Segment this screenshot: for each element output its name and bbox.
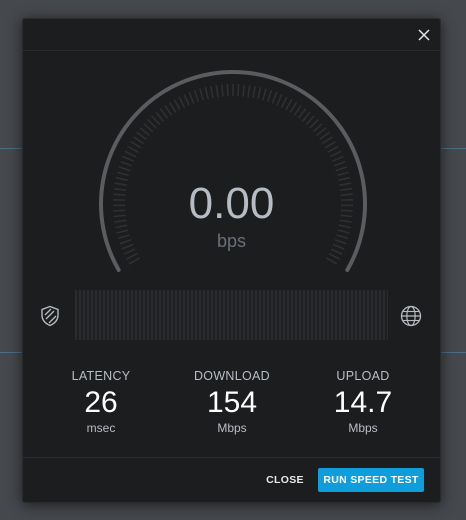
download-unit: Mbps (217, 421, 247, 435)
gauge-tick (193, 90, 200, 102)
download-value: 154 (206, 386, 258, 419)
gauge-tick (210, 85, 214, 99)
gauge-tick (276, 94, 283, 106)
gauge-tick (312, 123, 323, 133)
download-stat: DOWNLOAD 154 Mbps (172, 369, 292, 435)
gauge-tick (215, 85, 219, 98)
gauge-tick (331, 155, 344, 162)
gauge-tick (117, 171, 130, 177)
gauge-tick (164, 104, 173, 116)
gauge-tick (120, 160, 133, 167)
gauge-tick (188, 91, 195, 104)
speed-test-dialog: 0.00 bps LATENCY 26 msec DOWNLOAD 154 Mb… (22, 18, 441, 503)
gauge-tick (319, 131, 330, 141)
gauge-tick (315, 127, 327, 137)
speed-unit: bps (216, 231, 247, 251)
gauge-tick (285, 99, 293, 111)
gauge-tick (293, 104, 302, 116)
gauge-tick (139, 127, 151, 137)
gauge-tick (328, 252, 340, 260)
upload-label: UPLOAD (336, 369, 390, 383)
gauge-tick (322, 136, 333, 145)
gauge-tick (159, 108, 169, 119)
gauge-tick (126, 252, 138, 260)
gauge-tick (305, 115, 315, 126)
shield-icon (41, 305, 59, 327)
gauge-tick (247, 85, 251, 98)
gauge-tick (327, 145, 339, 153)
gauge-tick (309, 119, 319, 129)
gauge-tick (326, 257, 338, 265)
gauge-tick (237, 84, 240, 97)
gauge-tick (221, 84, 224, 97)
gauge-tick (280, 96, 288, 108)
gauge-tick (266, 90, 273, 102)
gauge-tick (118, 166, 131, 172)
gauge-tick (122, 155, 135, 162)
upload-stat: UPLOAD 14.7 Mbps (303, 369, 423, 435)
upload-value: 14.7 (333, 386, 393, 419)
gauge-tick (147, 119, 157, 129)
throughput-graph (75, 290, 388, 340)
gauge-tick (297, 108, 307, 119)
gauge-tick (168, 101, 177, 113)
gauge-tick (257, 87, 262, 100)
gauge-tick (335, 166, 348, 172)
gauge-tick (155, 111, 165, 122)
upload-unit: Mbps (348, 421, 378, 435)
gauge-tick (199, 88, 204, 101)
gauge-tick (204, 87, 209, 100)
gauge-tick (127, 145, 139, 153)
gauge-tick (262, 88, 267, 101)
dialog-footer-divider (23, 457, 440, 458)
close-icon[interactable] (416, 27, 432, 43)
gauge-tick (173, 99, 181, 111)
dialog-header (23, 19, 440, 51)
gauge-tick (329, 150, 342, 158)
gauge-tick (133, 136, 144, 145)
gauge-tick (226, 84, 229, 97)
gauge-tick (183, 94, 190, 106)
gauge-tick (178, 96, 186, 108)
latency-label: LATENCY (71, 369, 131, 383)
run-speed-test-button[interactable]: RUN SPEED TEST (318, 468, 424, 492)
gauge-tick (130, 140, 142, 149)
latency-value: 26 (84, 386, 118, 419)
gauge-tick (124, 150, 137, 158)
gauge-tick (301, 111, 311, 122)
gauge-tick (324, 140, 336, 149)
latency-unit: msec (86, 421, 116, 435)
globe-icon (400, 305, 422, 327)
gauge-tick (151, 115, 161, 126)
gauge-tick (128, 257, 140, 265)
gauge-tick (271, 91, 278, 104)
gauge-tick (333, 160, 346, 167)
gauge-tick (289, 101, 298, 113)
gauge-tick (136, 131, 147, 141)
gauge-tick (242, 84, 245, 97)
download-label: DOWNLOAD (193, 369, 270, 383)
gauge-tick (143, 123, 154, 133)
gauge-tick (336, 171, 349, 177)
close-button[interactable]: CLOSE (259, 470, 311, 490)
latency-stat: LATENCY 26 msec (41, 369, 161, 435)
speed-value: 0.00 (188, 179, 275, 228)
gauge-tick (252, 85, 256, 99)
